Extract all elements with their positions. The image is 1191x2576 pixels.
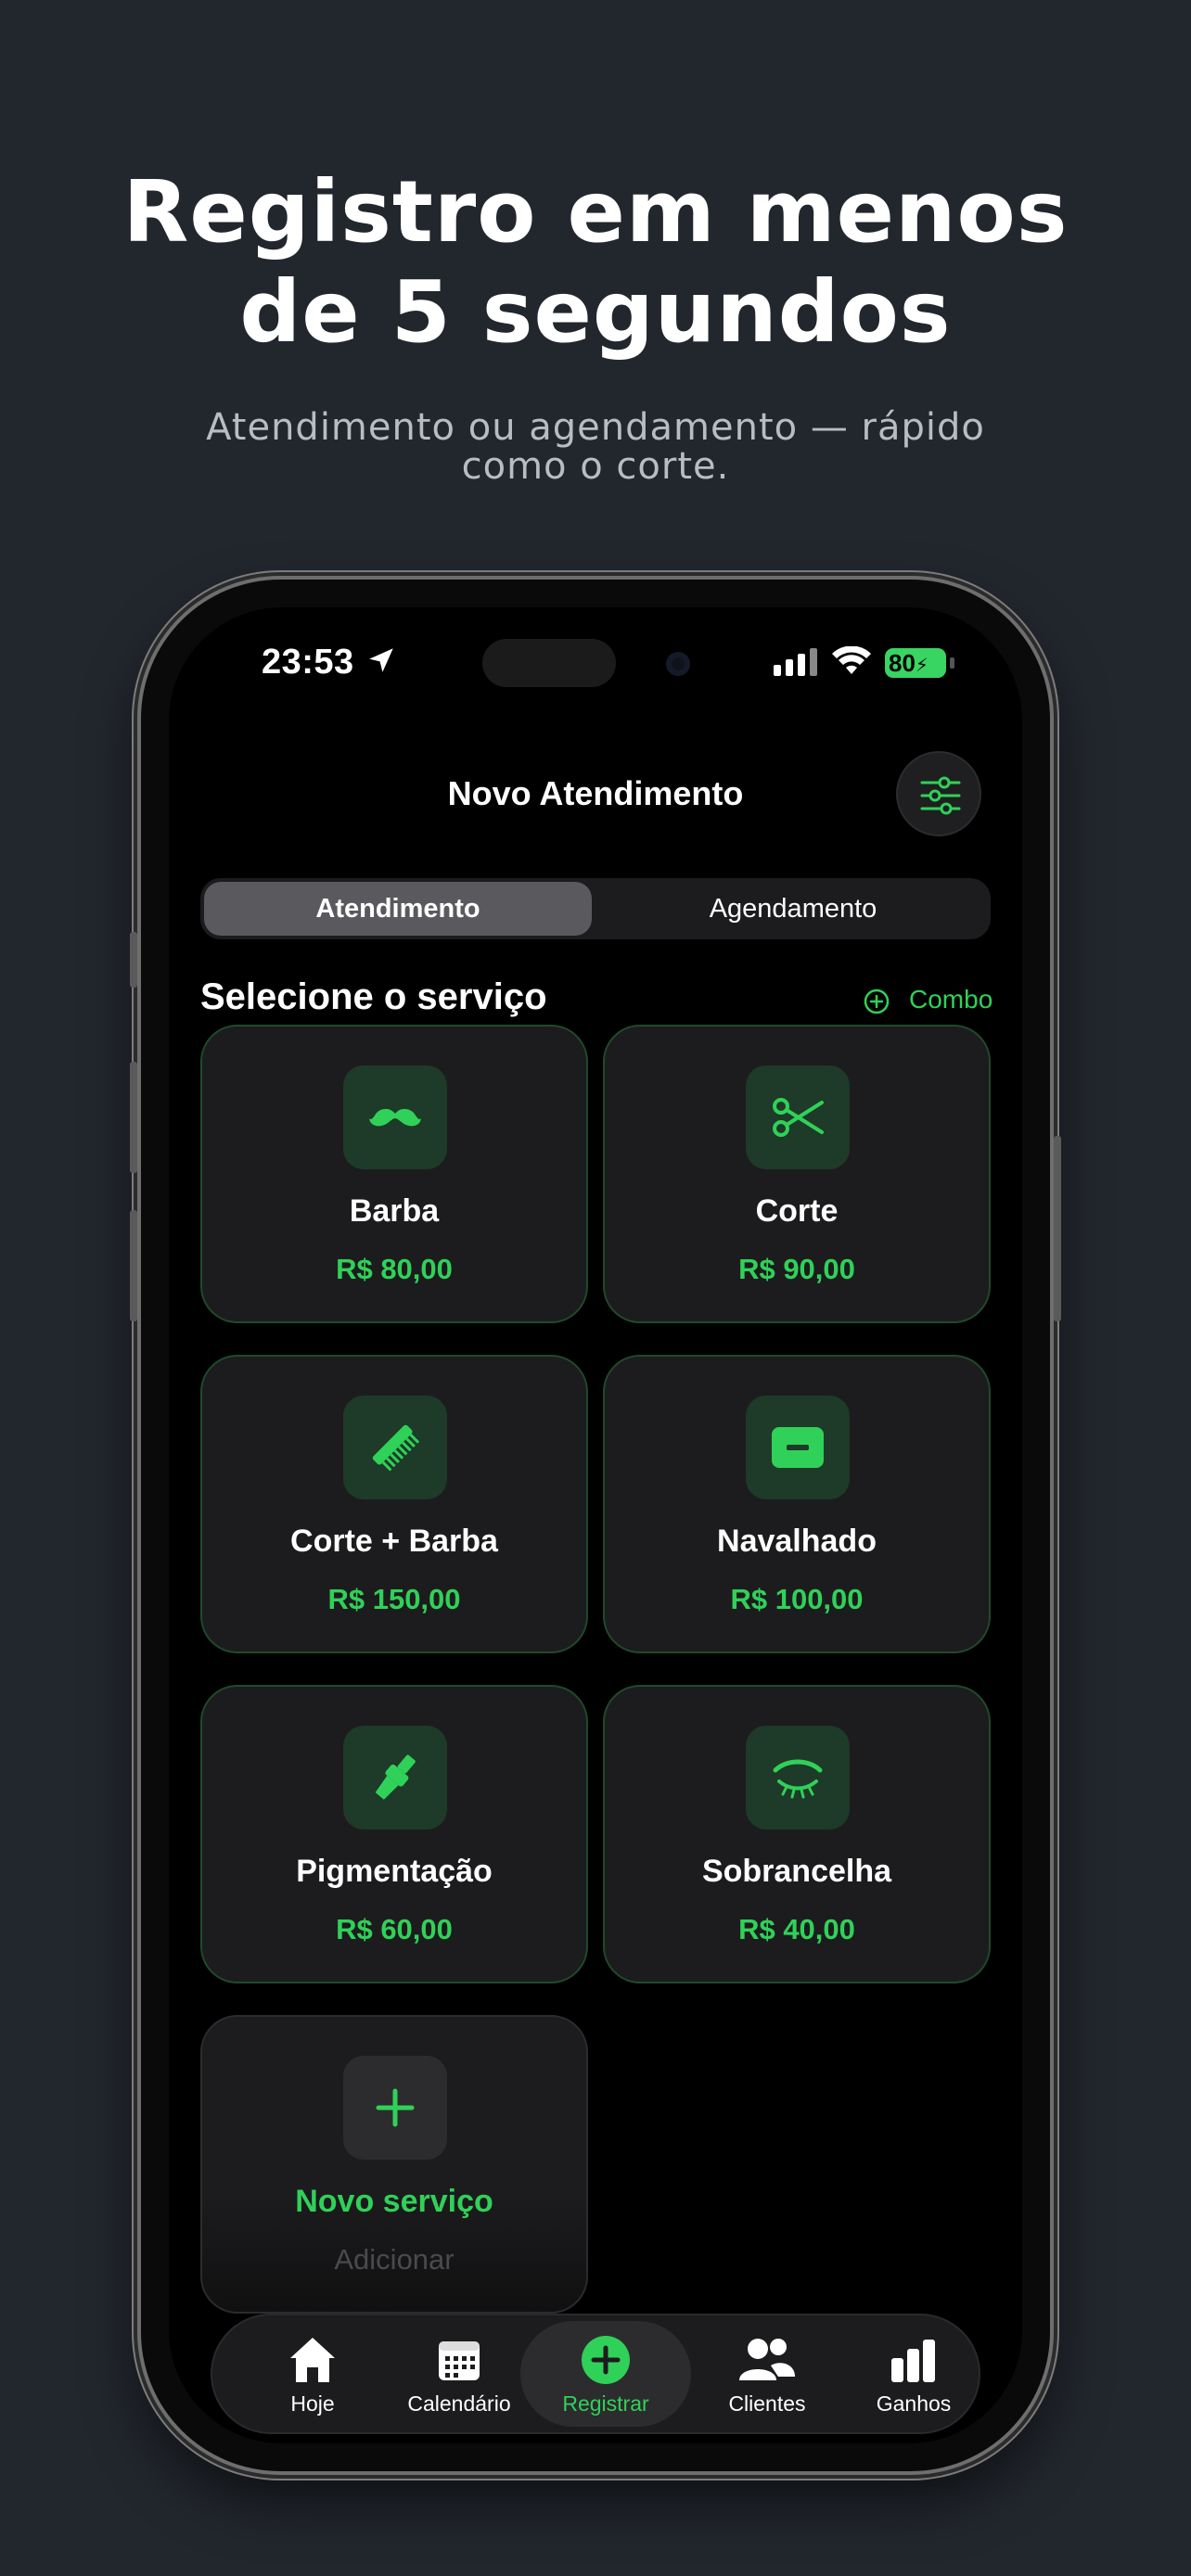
service-card-pigmentacao[interactable]: Pigmentação R$ 60,00 [200, 1685, 588, 1983]
comb-icon [372, 1424, 420, 1472]
service-card-corte[interactable]: Corte R$ 90,00 [603, 1025, 991, 1323]
service-icon-box [746, 1065, 850, 1169]
bar-chart-icon [891, 2340, 935, 2382]
headline-line-2: de 5 segundos [239, 262, 952, 362]
headline-line-1: Registro em menos [122, 162, 1069, 261]
plus-circle-icon[interactable] [863, 988, 890, 1015]
service-icon-box [746, 1396, 850, 1499]
tab-hoje[interactable]: Hoje [248, 2315, 378, 2436]
service-icon-box [343, 1726, 447, 1830]
service-name: Corte + Barba [290, 1524, 498, 1559]
tab-label: Clientes [728, 2391, 806, 2416]
mode-segmented-control: Atendimento Agendamento [200, 878, 991, 939]
service-icon-box [343, 2056, 447, 2160]
service-icon-box [343, 1065, 447, 1169]
service-card-corte-barba[interactable]: Corte + Barba R$ 150,00 [200, 1355, 588, 1653]
scissors-icon [773, 1098, 824, 1137]
charging-bolt-icon: ⚡ [915, 656, 928, 676]
location-arrow-icon [369, 648, 393, 672]
subtitle-line-1: Atendimento ou agendamento — rápido [206, 406, 985, 449]
dynamic-island [482, 639, 616, 687]
service-price: R$ 90,00 [738, 1253, 855, 1285]
phone-frame: 23:53 80⚡ Novo Atendimento Atendimento A… [130, 580, 1061, 2471]
mute-switch [130, 932, 137, 988]
razor-icon [772, 1427, 824, 1468]
battery-indicator: 80⚡ [885, 648, 946, 678]
power-button [1054, 1136, 1061, 1321]
volume-down-button [130, 1210, 137, 1321]
tab-label: Hoje [290, 2391, 335, 2416]
service-price: R$ 150,00 [327, 1583, 461, 1615]
new-service-label: Novo serviço [295, 2184, 493, 2219]
camera-dot [666, 652, 690, 676]
promo-headline: Registro em menos de 5 segundos [0, 162, 1191, 363]
tab-clientes[interactable]: Clientes [702, 2315, 832, 2436]
new-service-sublabel: Adicionar [334, 2243, 455, 2276]
service-card-navalhado[interactable]: Navalhado R$ 100,00 [603, 1355, 991, 1653]
page-title: Novo Atendimento [447, 774, 744, 812]
battery-tip [950, 657, 954, 669]
plus-circle-icon [582, 2336, 630, 2384]
service-card-barba[interactable]: Barba R$ 80,00 [200, 1025, 588, 1323]
segment-agendamento[interactable]: Agendamento [599, 882, 987, 936]
combo-button[interactable]: Combo [909, 985, 992, 1014]
tab-ganhos[interactable]: Ganhos [849, 2315, 979, 2436]
sliders-icon [920, 776, 961, 815]
service-name: Corte [755, 1193, 839, 1229]
service-card-sobrancelha[interactable]: Sobrancelha R$ 40,00 [603, 1685, 991, 1983]
status-bar: 23:53 80⚡ [169, 607, 1022, 700]
tab-label: Registrar [562, 2391, 649, 2416]
signal-icon [774, 648, 817, 676]
promo-subtitle: Atendimento ou agendamento — rápido como… [186, 408, 1005, 486]
new-service-card[interactable]: Novo serviço Adicionar [200, 2015, 588, 2314]
service-icon-box [746, 1726, 850, 1830]
tab-bar: Hoje Calendário Registrar Clientes Ganho… [211, 2314, 980, 2434]
services-section-title: Selecione o serviço [200, 976, 547, 1017]
service-price: R$ 40,00 [738, 1913, 855, 1945]
filter-settings-button[interactable] [896, 751, 981, 836]
plus-icon [376, 2088, 415, 2127]
segment-atendimento[interactable]: Atendimento [204, 882, 592, 936]
service-name: Navalhado [717, 1524, 877, 1559]
mustache-icon [369, 1108, 421, 1127]
tab-label: Ganhos [876, 2391, 952, 2416]
wifi-icon [832, 646, 871, 674]
house-icon [290, 2338, 335, 2382]
service-price: R$ 100,00 [730, 1583, 864, 1615]
volume-up-button [130, 1062, 137, 1173]
service-name: Barba [349, 1193, 440, 1229]
service-icon-box [343, 1396, 447, 1499]
people-icon [739, 2339, 795, 2380]
eyebrow-icon [773, 1759, 823, 1799]
calendar-icon [439, 2341, 480, 2380]
tab-calendario[interactable]: Calendário [394, 2315, 524, 2436]
service-price: R$ 60,00 [336, 1913, 453, 1945]
battery-level: 80 [889, 649, 916, 677]
phone-screen: 23:53 80⚡ Novo Atendimento Atendimento A… [169, 607, 1022, 2443]
status-time: 23:53 [262, 643, 354, 682]
tab-label: Calendário [407, 2391, 511, 2416]
paintbrush-icon [375, 1754, 416, 1800]
tab-registrar[interactable]: Registrar [520, 2321, 691, 2427]
service-name: Sobrancelha [701, 1854, 892, 1889]
subtitle-line-2: como o corte. [461, 445, 730, 488]
service-name: Pigmentação [296, 1854, 493, 1889]
service-price: R$ 80,00 [336, 1253, 453, 1285]
